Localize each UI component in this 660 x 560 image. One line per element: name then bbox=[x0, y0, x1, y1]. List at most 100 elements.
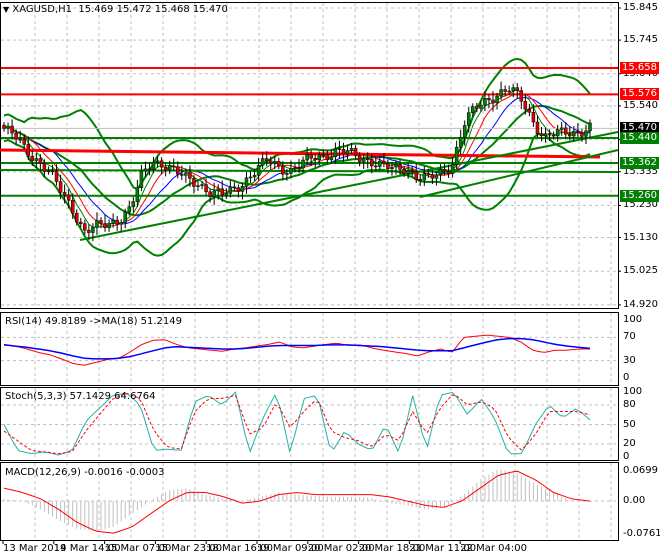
collapse-arrow-icon[interactable]: ▼ bbox=[3, 5, 9, 14]
price-tick-label: 15.025 bbox=[623, 265, 658, 277]
candle bbox=[503, 89, 507, 92]
candle bbox=[54, 170, 59, 182]
price-tag-15.260: 15.260 bbox=[620, 189, 659, 202]
candle bbox=[317, 154, 321, 161]
candle bbox=[83, 223, 87, 231]
candle bbox=[163, 166, 168, 171]
candle bbox=[293, 167, 297, 170]
rsi-tick-label: 0 bbox=[623, 372, 630, 383]
candle bbox=[333, 148, 338, 158]
candle bbox=[159, 160, 164, 168]
candle bbox=[260, 158, 265, 166]
rsi-tick-label: 100 bbox=[623, 314, 643, 325]
price-tick-label: 14.920 bbox=[623, 298, 658, 310]
candle bbox=[244, 177, 249, 187]
candle bbox=[543, 133, 548, 137]
candle bbox=[228, 186, 233, 194]
candle bbox=[50, 170, 55, 173]
price-tick-label: 15.845 bbox=[623, 2, 658, 13]
candle bbox=[531, 111, 536, 123]
candle bbox=[216, 188, 220, 192]
candle bbox=[273, 161, 277, 164]
candle bbox=[511, 87, 515, 92]
candle bbox=[555, 129, 560, 137]
candle bbox=[103, 223, 107, 229]
candle bbox=[337, 148, 342, 150]
stoch-tick-label: 80 bbox=[623, 399, 636, 410]
candle bbox=[297, 167, 301, 170]
candle bbox=[434, 174, 439, 179]
candle bbox=[143, 168, 148, 172]
macd-tick-label: 0.00 bbox=[623, 495, 646, 506]
candle bbox=[155, 160, 160, 163]
candle bbox=[479, 104, 483, 109]
candle bbox=[539, 133, 544, 137]
candle bbox=[285, 173, 289, 175]
candle bbox=[34, 158, 39, 161]
candle bbox=[95, 220, 99, 228]
candle bbox=[418, 179, 423, 181]
candle bbox=[6, 125, 10, 129]
candle bbox=[462, 125, 467, 138]
candle bbox=[107, 223, 111, 229]
candle bbox=[309, 154, 313, 159]
candle bbox=[224, 193, 229, 196]
candle bbox=[256, 165, 261, 176]
candle bbox=[2, 124, 6, 129]
candle bbox=[467, 112, 471, 126]
candle bbox=[523, 101, 528, 110]
candle bbox=[361, 158, 366, 162]
symbol-label: XAGUSD,H1 bbox=[12, 4, 73, 15]
candle bbox=[264, 158, 269, 162]
candle bbox=[584, 130, 588, 137]
candle bbox=[394, 164, 398, 168]
candle bbox=[515, 87, 520, 91]
candle bbox=[382, 160, 386, 164]
candle bbox=[167, 165, 172, 171]
candle bbox=[527, 109, 532, 113]
candle bbox=[240, 185, 245, 192]
candle bbox=[442, 169, 447, 172]
candle bbox=[26, 144, 30, 157]
candle bbox=[471, 106, 475, 113]
candle bbox=[454, 146, 459, 165]
candle bbox=[74, 212, 79, 223]
candle bbox=[588, 122, 592, 132]
candle bbox=[370, 159, 374, 167]
candle bbox=[321, 154, 326, 157]
rsi-title: RSI(14) 49.8189 ->MA(18) 51.2149 bbox=[5, 316, 182, 327]
candle bbox=[139, 170, 144, 188]
candle bbox=[499, 89, 503, 97]
candle bbox=[325, 154, 330, 161]
candle bbox=[487, 98, 491, 101]
candle bbox=[559, 127, 564, 130]
candle bbox=[422, 173, 427, 181]
candle bbox=[248, 176, 253, 179]
candle bbox=[42, 163, 47, 172]
candle bbox=[99, 220, 103, 224]
candle bbox=[305, 154, 309, 161]
candle bbox=[200, 184, 204, 186]
candle bbox=[70, 200, 75, 214]
candle bbox=[236, 187, 241, 192]
candle bbox=[38, 158, 43, 164]
candle bbox=[196, 185, 200, 187]
candle bbox=[572, 131, 576, 137]
candle bbox=[220, 188, 224, 196]
price-tick-label: 15.130 bbox=[623, 231, 658, 243]
candle bbox=[438, 169, 443, 176]
candle bbox=[341, 149, 346, 155]
candle bbox=[576, 131, 580, 134]
candle bbox=[10, 125, 14, 134]
candle bbox=[495, 95, 499, 104]
stoch-tick-label: 100 bbox=[623, 386, 643, 397]
candle bbox=[135, 187, 140, 202]
stoch-tick-label: 0 bbox=[623, 451, 630, 462]
candle bbox=[22, 139, 26, 145]
candle bbox=[127, 206, 132, 213]
candle bbox=[46, 170, 51, 173]
candle bbox=[483, 98, 487, 106]
candle bbox=[208, 191, 212, 197]
candle bbox=[18, 138, 22, 141]
candle bbox=[188, 172, 192, 179]
